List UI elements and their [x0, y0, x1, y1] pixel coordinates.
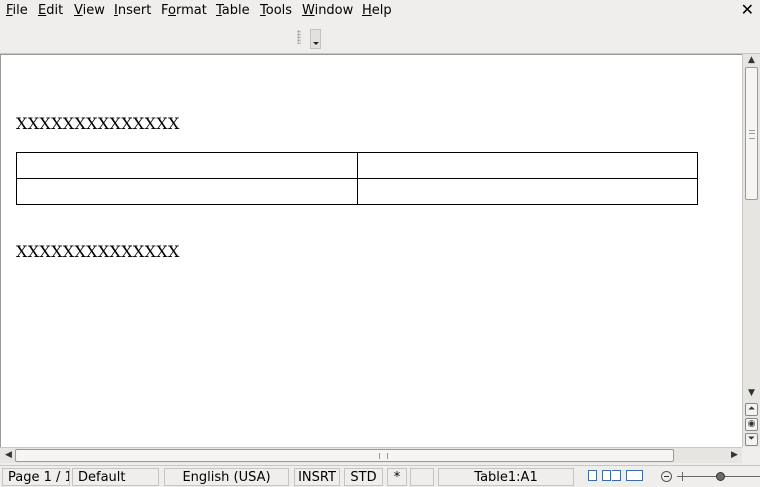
book-view-icon[interactable] [626, 470, 643, 481]
zoom-slider-knob[interactable] [716, 472, 725, 481]
navigation-icon[interactable]: ◉ [745, 418, 758, 431]
menu-window[interactable]: Window [302, 3, 353, 18]
status-page-style[interactable]: Default [72, 468, 159, 486]
toolbar-grip-icon[interactable] [297, 30, 301, 44]
menu-table[interactable]: Table [216, 3, 250, 18]
zoom-out-icon[interactable] [661, 471, 672, 482]
zoom-slider-tick [682, 472, 683, 481]
double-arrow-up-icon[interactable]: ⏶ [745, 403, 758, 416]
status-insert-mode[interactable]: INSRT [294, 468, 340, 486]
horizontal-scroll-thumb[interactable] [15, 449, 674, 462]
double-arrow-down-icon[interactable]: ⏷ [745, 433, 758, 446]
status-bar: Page 1 / 1 Default English (USA) INSRT S… [0, 465, 760, 487]
status-cell: Table1:A1 [438, 468, 574, 486]
table-cell-a2[interactable] [16, 178, 358, 205]
status-modified: * [387, 468, 407, 486]
arrow-left-icon[interactable]: ◀ [2, 449, 15, 462]
arrow-down-icon[interactable]: ▼ [745, 388, 758, 401]
toolbar-options-button[interactable] [310, 29, 321, 49]
menu-file[interactable]: File [6, 3, 28, 18]
document-paragraph[interactable]: XXXXXXXXXXXXXX [16, 114, 180, 133]
single-page-view-icon[interactable] [588, 470, 597, 481]
status-signature[interactable] [410, 468, 434, 486]
arrow-right-icon[interactable]: ▶ [728, 449, 741, 462]
menu-format[interactable]: Format [161, 3, 207, 18]
menu-bar: File Edit View Insert Format Table Tools… [0, 0, 760, 22]
menu-edit[interactable]: Edit [38, 3, 63, 18]
status-selection-mode[interactable]: STD [344, 468, 383, 486]
table-row [16, 152, 698, 179]
table-cell-b2[interactable] [357, 178, 698, 205]
document-canvas[interactable]: XXXXXXXXXXXXXX XXXXXXXXXXXXXX [0, 54, 742, 447]
horizontal-scrollbar[interactable]: ◀ ▶ [0, 447, 742, 463]
status-language[interactable]: English (USA) [164, 468, 289, 486]
status-page[interactable]: Page 1 / 1 [2, 468, 70, 486]
vertical-scrollbar[interactable]: ▲ ▼ ⏶ ◉ ⏷ [742, 54, 760, 447]
multi-page-view-icon-part [612, 470, 621, 481]
document-paragraph[interactable]: XXXXXXXXXXXXXX [16, 242, 180, 261]
table-cell-a1[interactable] [16, 152, 358, 179]
close-icon[interactable]: ✕ [741, 1, 754, 19]
multi-page-view-icon[interactable] [602, 470, 611, 481]
table-cell-b1[interactable] [357, 152, 698, 179]
document-table[interactable] [16, 152, 698, 205]
vertical-scroll-thumb[interactable] [745, 67, 758, 200]
menu-insert[interactable]: Insert [114, 3, 151, 18]
table-row [16, 178, 698, 205]
chevron-down-icon [313, 42, 319, 45]
menu-tools[interactable]: Tools [260, 3, 292, 18]
menu-view[interactable]: View [74, 3, 105, 18]
menu-help[interactable]: Help [362, 3, 392, 18]
toolbar [0, 22, 760, 54]
